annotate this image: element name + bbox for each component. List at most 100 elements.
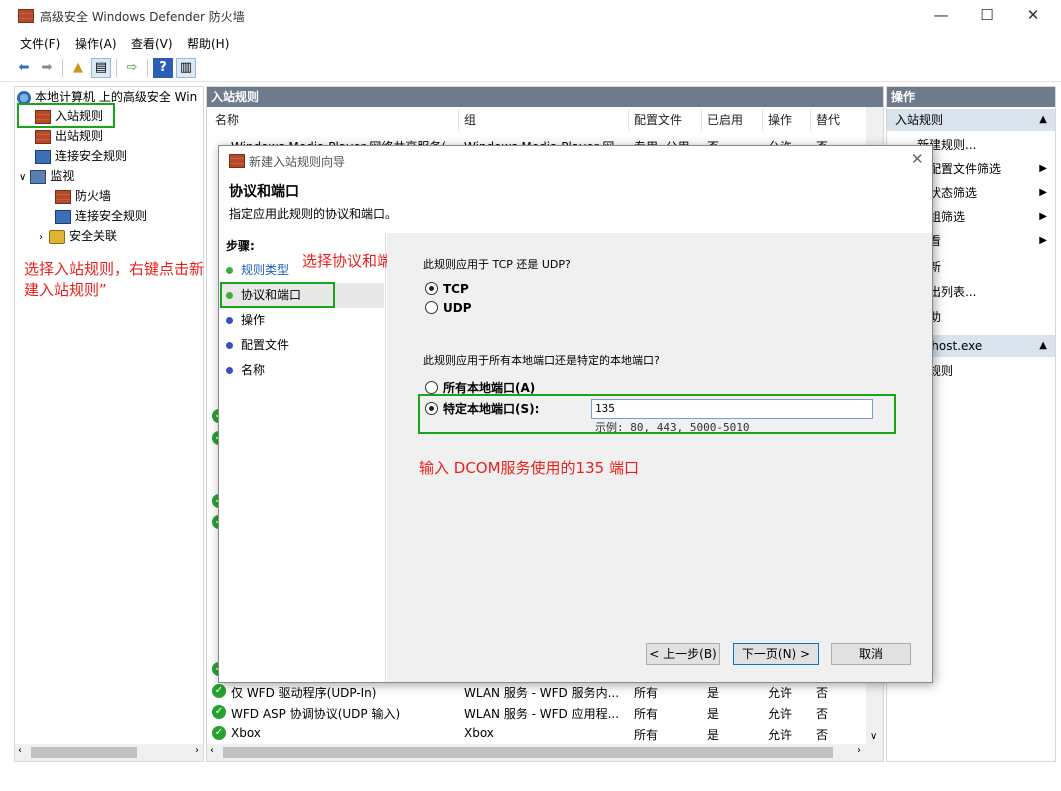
step-pending-dot (226, 367, 233, 374)
cell-profile: 所有 (634, 728, 659, 742)
tree-item-label: 安全关联 (69, 229, 118, 243)
forward-arrow-icon[interactable]: ➡ (37, 58, 57, 78)
menu-action[interactable]: 操作(A) (75, 35, 117, 52)
tcp-radio[interactable]: TCP (425, 282, 469, 296)
window-title: 高级安全 Windows Defender 防火墙 (40, 10, 245, 24)
column-enabled[interactable]: 已启用 (707, 111, 743, 128)
actions-header: 操作 (887, 87, 1055, 107)
annotation-port: 输入 DCOM服务使用的135 端口 (419, 459, 639, 477)
wizard-steps: 步骤: 规则类型 协议和端口 操作 配置文件 名称 (220, 233, 386, 682)
table-row[interactable]: ✓ WFD ASP 协调协议(UDP 输入) WLAN 服务 - WFD 应用程… (207, 702, 867, 723)
next-button[interactable]: 下一页(N) > (733, 643, 819, 665)
title-bar: 高级安全 Windows Defender 防火墙 — ☐ ✕ (0, 0, 1061, 32)
udp-radio[interactable]: UDP (425, 301, 472, 315)
tcp-label: TCP (443, 282, 469, 296)
menu-view[interactable]: 查看(V) (131, 35, 173, 52)
menu-file[interactable]: 文件(F) (20, 35, 60, 52)
tree-item-connection-security-monitor[interactable]: 连接安全规则 (55, 206, 147, 226)
tree-item-security-associations[interactable]: › 安全关联 (39, 226, 117, 246)
tree-item-monitor[interactable]: ∨ 监视 (19, 166, 74, 186)
cell-group: WLAN 服务 - WFD 应用程... (464, 707, 620, 721)
chevron-down-icon[interactable]: ∨ (19, 172, 26, 183)
menu-help[interactable]: 帮助(H) (187, 35, 229, 52)
export-icon[interactable]: ⇨ (122, 58, 142, 78)
cell-group: WLAN 服务 - WFD 服务内... (464, 686, 620, 700)
cell-profile: 所有 (634, 686, 659, 700)
outbound-rules-icon (35, 129, 51, 144)
back-button[interactable]: < 上一步(B) (646, 643, 720, 665)
cell-action: 允许 (768, 686, 793, 700)
column-action[interactable]: 操作 (768, 111, 792, 128)
lock-icon (49, 229, 65, 244)
collapse-up-icon[interactable]: ▲ (1039, 109, 1047, 131)
enabled-check-icon: ✓ (212, 705, 226, 719)
toolbar: ⬅ ➡ ▲ ▤ ⇨ ? ▥ (0, 54, 1061, 82)
cell-action: 允许 (768, 707, 793, 721)
column-name[interactable]: 名称 (215, 111, 239, 128)
close-button[interactable]: ✕ (1010, 0, 1056, 32)
submenu-arrow-icon: ▶ (1039, 187, 1047, 198)
udp-label: UDP (443, 301, 472, 315)
scroll-left-icon[interactable]: ‹ (210, 745, 214, 756)
step-label: 配置文件 (241, 338, 290, 352)
step-name[interactable]: 名称 (220, 358, 384, 383)
step-profile[interactable]: 配置文件 (220, 333, 384, 358)
scroll-right-icon[interactable]: › (857, 745, 861, 756)
cell-name: Xbox (231, 726, 261, 740)
scrollbar-thumb[interactable] (31, 747, 137, 758)
tree-root-label: 本地计算机 上的高级安全 Win (35, 90, 198, 104)
center-pane-header: 入站规则 (207, 87, 883, 107)
cell-name: WFD ASP 协调协议(UDP 输入) (231, 707, 401, 721)
column-group[interactable]: 组 (464, 111, 476, 128)
dialog-subheading: 指定应用此规则的协议和端口。 (229, 207, 398, 221)
maximize-button[interactable]: ☐ (964, 0, 1010, 32)
column-profile[interactable]: 配置文件 (634, 111, 682, 128)
horizontal-scrollbar[interactable]: ‹ › (207, 744, 883, 761)
tree-item-label: 监视 (50, 169, 75, 183)
cell-override: 否 (816, 707, 829, 721)
scroll-left-icon[interactable]: ‹ (18, 745, 22, 756)
tree-item-outbound-rules[interactable]: 出站规则 (35, 126, 103, 146)
tree-item-connection-security[interactable]: 连接安全规则 (35, 146, 127, 166)
scrollbar-thumb[interactable] (223, 747, 833, 758)
show-tree-icon[interactable]: ▤ (91, 58, 111, 78)
step-pending-dot (226, 317, 233, 324)
tree-item-firewall[interactable]: 防火墙 (55, 186, 111, 206)
table-row[interactable]: ✓ 仅 WFD 驱动程序(UDP-In) WLAN 服务 - WFD 服务内..… (207, 681, 867, 702)
tree-item-label: 防火墙 (75, 189, 112, 203)
up-folder-icon[interactable]: ▲ (68, 58, 88, 78)
cell-group: Xbox (464, 726, 494, 740)
horizontal-scrollbar[interactable]: ‹ › (15, 744, 203, 761)
cell-name: 仅 WFD 驱动程序(UDP-In) (231, 686, 377, 700)
navigation-tree: 本地计算机 上的高级安全 Win 入站规则 出站规则 连接安全规则 ∨ 监视 防火… (14, 86, 204, 762)
step-action[interactable]: 操作 (220, 308, 384, 333)
new-inbound-rule-wizard: 新建入站规则向导 ✕ 协议和端口 指定应用此规则的协议和端口。 步骤: 规则类型… (218, 145, 933, 683)
connection-security-icon (35, 149, 51, 164)
collapse-up-icon[interactable]: ▲ (1039, 335, 1047, 357)
tree-item-label: 连接安全规则 (75, 209, 148, 223)
submenu-arrow-icon: ▶ (1039, 235, 1047, 246)
back-arrow-icon[interactable]: ⬅ (14, 58, 34, 78)
tree-item-label: 连接安全规则 (55, 149, 128, 163)
table-row[interactable]: ✓ Xbox Xbox 所有 是 允许 否 (207, 723, 867, 744)
scroll-right-icon[interactable]: › (195, 745, 199, 756)
submenu-arrow-icon: ▶ (1039, 163, 1047, 174)
show-action-pane-icon[interactable]: ▥ (176, 58, 196, 78)
port-highlight-box (418, 394, 896, 434)
minimize-button[interactable]: — (918, 0, 964, 32)
dialog-title: 新建入站规则向导 (249, 155, 346, 169)
actions-section-inbound[interactable]: 入站规则 ▲ (887, 109, 1055, 131)
cancel-button[interactable]: 取消 (831, 643, 911, 665)
firewall-icon (55, 189, 71, 204)
radio-unselected (425, 301, 438, 314)
dialog-close-icon[interactable]: ✕ (911, 150, 924, 168)
step-pending-dot (226, 342, 233, 349)
scroll-down-icon[interactable]: ∨ (870, 731, 877, 742)
chevron-right-icon[interactable]: › (39, 232, 43, 243)
cell-enabled: 是 (707, 707, 720, 721)
column-override[interactable]: 替代 (816, 111, 840, 128)
help-icon[interactable]: ? (153, 58, 173, 78)
question-protocol: 此规则应用于 TCP 还是 UDP? (423, 258, 571, 271)
radio-selected (425, 282, 438, 295)
enabled-check-icon: ✓ (212, 726, 226, 740)
